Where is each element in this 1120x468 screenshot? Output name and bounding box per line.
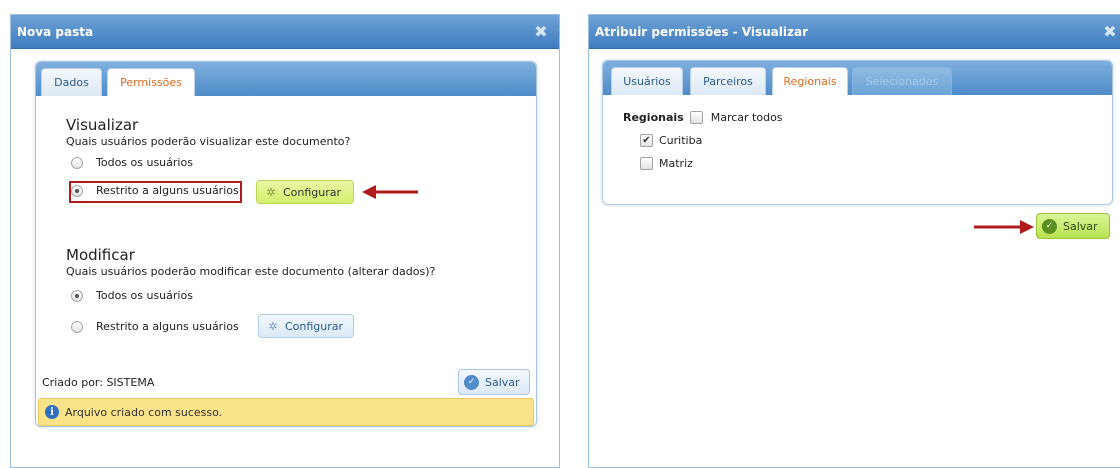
regionais-panel: Usuários Parceiros Regionais Selecionado… bbox=[602, 60, 1113, 205]
save-button[interactable]: ✓ Salvar bbox=[458, 369, 530, 395]
option-label: Todos os usuários bbox=[96, 156, 193, 169]
list-item-matriz[interactable]: Matriz bbox=[640, 157, 693, 170]
dialog-title: Atribuir permissões - Visualizar bbox=[595, 24, 809, 39]
checkmark-icon[interactable]: ✔ bbox=[640, 134, 653, 147]
visualizar-configure-button[interactable]: ✲ Configurar bbox=[256, 180, 354, 204]
tab-dados[interactable]: Dados bbox=[41, 68, 102, 96]
modificar-configure-button[interactable]: ✲ Configurar bbox=[258, 314, 354, 338]
configure-label: Configurar bbox=[283, 185, 342, 199]
save-label: Salvar bbox=[1063, 219, 1098, 233]
list-item-curitiba[interactable]: ✔ Curitiba bbox=[640, 134, 702, 147]
radio-button[interactable] bbox=[71, 320, 83, 333]
modificar-question: Quais usuários poderão modificar este do… bbox=[66, 265, 436, 278]
modificar-option-restrito[interactable]: Restrito a alguns usuários bbox=[71, 320, 239, 333]
tab-parceiros[interactable]: Parceiros bbox=[690, 67, 766, 95]
tab-permissoes[interactable]: Permissões bbox=[107, 68, 195, 96]
notice-text: Arquivo criado com sucesso. bbox=[65, 405, 223, 419]
tab-bar: Usuários Parceiros Regionais Selecionado… bbox=[603, 61, 1112, 95]
tab-usuarios[interactable]: Usuários bbox=[611, 67, 683, 95]
arrow-pointer bbox=[362, 185, 418, 199]
visualizar-question: Quais usuários poderão visualizar este d… bbox=[66, 135, 351, 148]
option-label: Todos os usuários bbox=[96, 289, 193, 302]
check-circle-icon: ✓ bbox=[464, 374, 479, 390]
dialog-titlebar: Atribuir permissões - Visualizar ✖ bbox=[589, 15, 1120, 49]
tab-bar: Dados Permissões bbox=[36, 62, 536, 96]
close-icon[interactable]: ✖ bbox=[533, 24, 549, 40]
close-icon[interactable]: ✖ bbox=[1102, 24, 1118, 40]
configure-label: Configurar bbox=[285, 319, 344, 333]
radio-button-selected[interactable] bbox=[71, 289, 83, 302]
highlight-box bbox=[69, 181, 242, 203]
created-by-text: Criado por: SISTEMA bbox=[42, 376, 155, 389]
select-all-checkbox[interactable] bbox=[689, 111, 703, 124]
atribuir-permissoes-dialog: Atribuir permissões - Visualizar ✖ Usuár… bbox=[588, 14, 1120, 468]
save-button[interactable]: ✓ Salvar bbox=[1036, 213, 1110, 239]
dialog-title: Nova pasta bbox=[17, 24, 94, 39]
radio-button[interactable] bbox=[71, 156, 83, 169]
tab-regionais[interactable]: Regionais bbox=[772, 67, 848, 95]
item-label: Curitiba bbox=[659, 134, 703, 147]
checkbox[interactable] bbox=[640, 157, 653, 170]
permissions-panel: Dados Permissões Visualizar Quais usuári… bbox=[35, 61, 537, 427]
success-notice: i Arquivo criado com sucesso. bbox=[38, 398, 534, 426]
select-all-label: Marcar todos bbox=[710, 111, 783, 124]
item-label: Matriz bbox=[659, 157, 693, 170]
gear-icon: ✲ bbox=[266, 185, 276, 199]
nova-pasta-dialog: Nova pasta ✖ Dados Permissões Visualizar… bbox=[10, 14, 560, 468]
section-label: Regionais bbox=[623, 111, 684, 124]
tab-selecionados: Selecionados bbox=[852, 67, 952, 95]
visualizar-option-todos[interactable]: Todos os usuários bbox=[71, 156, 193, 169]
modificar-heading: Modificar bbox=[66, 246, 135, 264]
save-label: Salvar bbox=[485, 375, 520, 389]
info-icon: i bbox=[45, 405, 59, 419]
regionais-header: Regionais Marcar todos bbox=[623, 111, 783, 124]
visualizar-heading: Visualizar bbox=[66, 116, 139, 134]
arrow-pointer bbox=[974, 220, 1034, 234]
option-label: Restrito a alguns usuários bbox=[96, 320, 239, 333]
modificar-option-todos[interactable]: Todos os usuários bbox=[71, 289, 193, 302]
check-circle-icon: ✓ bbox=[1042, 218, 1057, 234]
gear-icon: ✲ bbox=[268, 319, 278, 333]
dialog-titlebar: Nova pasta ✖ bbox=[11, 15, 559, 49]
